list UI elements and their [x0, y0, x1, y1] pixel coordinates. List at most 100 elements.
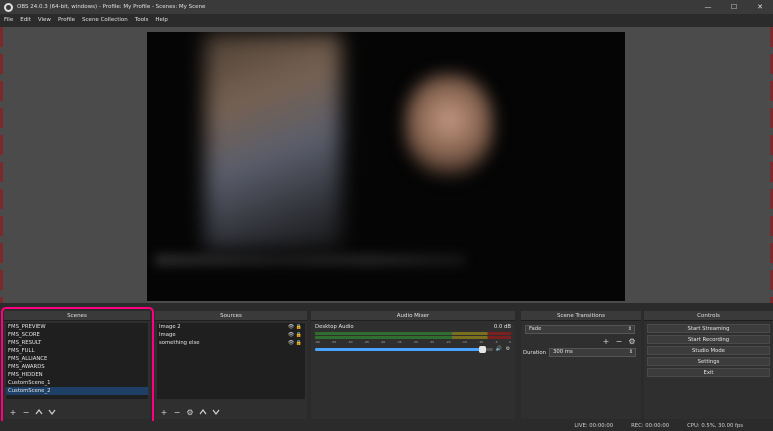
- gear-icon[interactable]: ⚙: [505, 346, 511, 352]
- volume-meter: [315, 332, 511, 335]
- gear-icon: ⚙: [628, 336, 636, 346]
- remove-source-button[interactable]: −: [172, 407, 182, 417]
- move-scene-up-button[interactable]: [34, 407, 44, 417]
- chevron-up-icon: [35, 409, 43, 415]
- move-source-down-button[interactable]: [211, 407, 221, 417]
- scene-item[interactable]: FMS_HIDDEN: [6, 371, 148, 379]
- track-level: 0.0 dB: [493, 324, 511, 330]
- duration-input[interactable]: 300 ms ⇕: [549, 348, 637, 357]
- transition-select[interactable]: Fade ⇕: [525, 325, 635, 334]
- chevron-up-icon: [199, 409, 207, 415]
- source-item[interactable]: Image 2 👁 🔒: [157, 323, 305, 331]
- menu-edit[interactable]: Edit: [20, 17, 31, 23]
- maximize-button[interactable]: ☐: [721, 0, 747, 14]
- live-time: LIVE: 00:00:00: [574, 423, 614, 429]
- track-name: Desktop Audio: [315, 324, 354, 330]
- speaker-icon[interactable]: 🔊: [496, 346, 502, 352]
- remove-transition-button[interactable]: −: [614, 336, 624, 346]
- source-label: Image: [159, 332, 176, 338]
- blurred-face-source: [405, 74, 493, 176]
- eye-icon[interactable]: 👁: [288, 324, 294, 330]
- chevron-updown-icon: ⇕: [627, 326, 632, 332]
- lock-icon[interactable]: 🔒: [296, 340, 302, 346]
- preview-area: [0, 27, 773, 303]
- scene-item[interactable]: CustomScene_1: [6, 379, 148, 387]
- add-scene-button[interactable]: +: [8, 407, 18, 417]
- preview-left-edge: [0, 27, 3, 303]
- menu-help[interactable]: Help: [155, 17, 168, 23]
- volume-slider[interactable]: [315, 345, 493, 353]
- volume-slider-row: 🔊 ⚙: [313, 344, 513, 354]
- menu-profile[interactable]: Profile: [58, 17, 75, 23]
- source-label: Image 2: [159, 324, 181, 330]
- minimize-button[interactable]: —: [695, 0, 721, 14]
- settings-button[interactable]: Settings: [647, 357, 770, 366]
- sources-header: Sources: [155, 311, 307, 321]
- spin-arrows-icon[interactable]: ⇕: [629, 349, 633, 356]
- close-button[interactable]: ✕: [747, 0, 773, 14]
- scene-item[interactable]: FMS_FULL: [6, 347, 148, 355]
- volume-meter: [315, 336, 511, 339]
- chevron-down-icon: [48, 409, 56, 415]
- scene-transitions-dock: Scene Transitions Fade ⇕ + − ⚙ Duration …: [521, 311, 641, 419]
- add-source-button[interactable]: +: [159, 407, 169, 417]
- title-bar: OBS 24.0.3 (64-bit, windows) - Profile: …: [0, 0, 773, 14]
- scenes-toolbar: + −: [8, 407, 57, 417]
- menu-scene-collection[interactable]: Scene Collection: [82, 17, 128, 23]
- scenes-header: Scenes: [4, 311, 150, 321]
- remove-scene-button[interactable]: −: [21, 407, 31, 417]
- obs-logo-icon: [4, 2, 13, 12]
- transition-toolbar: + − ⚙: [601, 336, 637, 346]
- scene-item[interactable]: FMS_PREVIEW: [6, 323, 148, 331]
- blurred-image-source: [205, 34, 341, 249]
- mixer-track: Desktop Audio 0.0 dB -60 -55 -50 -45 -40 -35…: [313, 323, 513, 417]
- lock-icon[interactable]: 🔒: [296, 324, 302, 330]
- move-source-up-button[interactable]: [198, 407, 208, 417]
- window-title: OBS 24.0.3 (64-bit, windows) - Profile: …: [17, 4, 206, 10]
- sources-toolbar: + − ⚙: [159, 407, 221, 417]
- menu-tools[interactable]: Tools: [135, 17, 149, 23]
- volume-slider-handle[interactable]: [478, 345, 486, 353]
- menu-bar: File Edit View Profile Scene Collection …: [0, 14, 773, 25]
- audio-mixer-header: Audio Mixer: [311, 311, 515, 321]
- source-item[interactable]: Image 👁 🔒: [157, 331, 305, 339]
- preview-canvas[interactable]: [147, 32, 625, 301]
- lock-icon[interactable]: 🔒: [296, 332, 302, 338]
- studio-mode-button[interactable]: Studio Mode: [647, 346, 770, 355]
- window-controls: — ☐ ✕: [695, 0, 773, 14]
- chevron-down-icon: [212, 409, 220, 415]
- start-streaming-button[interactable]: Start Streaming: [647, 324, 770, 333]
- scene-item-selected[interactable]: CustomScene_2: [6, 387, 148, 395]
- source-properties-button[interactable]: ⚙: [185, 407, 195, 417]
- mixer-track-header: Desktop Audio 0.0 dB: [313, 323, 513, 331]
- add-transition-button[interactable]: +: [601, 336, 611, 346]
- status-bar: LIVE: 00:00:00 REC: 00:00:00 CPU: 0.5%, …: [0, 421, 773, 431]
- controls-header: Controls: [644, 311, 773, 321]
- eye-icon[interactable]: 👁: [288, 340, 294, 346]
- menu-view[interactable]: View: [38, 17, 51, 23]
- audio-mixer-dock: Audio Mixer Desktop Audio 0.0 dB -60 -55-…: [311, 311, 515, 419]
- exit-button[interactable]: Exit: [647, 368, 770, 377]
- controls-dock: Controls Start Streaming Start Recording…: [644, 311, 773, 419]
- start-recording-button[interactable]: Start Recording: [647, 335, 770, 344]
- scenes-dock: Scenes FMS_PREVIEW FMS_SCORE FMS_RESULT …: [4, 311, 150, 419]
- source-label: something else: [159, 340, 200, 346]
- scene-item[interactable]: FMS_AWARDS: [6, 363, 148, 371]
- source-item[interactable]: something else 👁 🔒: [157, 339, 305, 347]
- scene-transitions-header: Scene Transitions: [521, 311, 641, 321]
- blurred-caption: [155, 254, 465, 266]
- sources-list: Image 2 👁 🔒 Image 👁 🔒 something else 👁 🔒: [157, 323, 305, 399]
- scene-item[interactable]: FMS_ALLIANCE: [6, 355, 148, 363]
- eye-icon[interactable]: 👁: [288, 332, 294, 338]
- gear-icon: ⚙: [186, 407, 194, 417]
- scenes-list: FMS_PREVIEW FMS_SCORE FMS_RESULT FMS_FUL…: [6, 323, 148, 399]
- cpu-fps: CPU: 0.5%, 30.00 fps: [687, 423, 743, 429]
- menu-file[interactable]: File: [4, 17, 13, 23]
- move-scene-down-button[interactable]: [47, 407, 57, 417]
- duration-label: Duration: [523, 349, 547, 356]
- duration-row: Duration 300 ms ⇕: [523, 348, 637, 357]
- scene-item[interactable]: FMS_RESULT: [6, 339, 148, 347]
- scene-item[interactable]: FMS_SCORE: [6, 331, 148, 339]
- volume-slider-fill: [315, 347, 486, 351]
- transition-properties-button[interactable]: ⚙: [627, 336, 637, 346]
